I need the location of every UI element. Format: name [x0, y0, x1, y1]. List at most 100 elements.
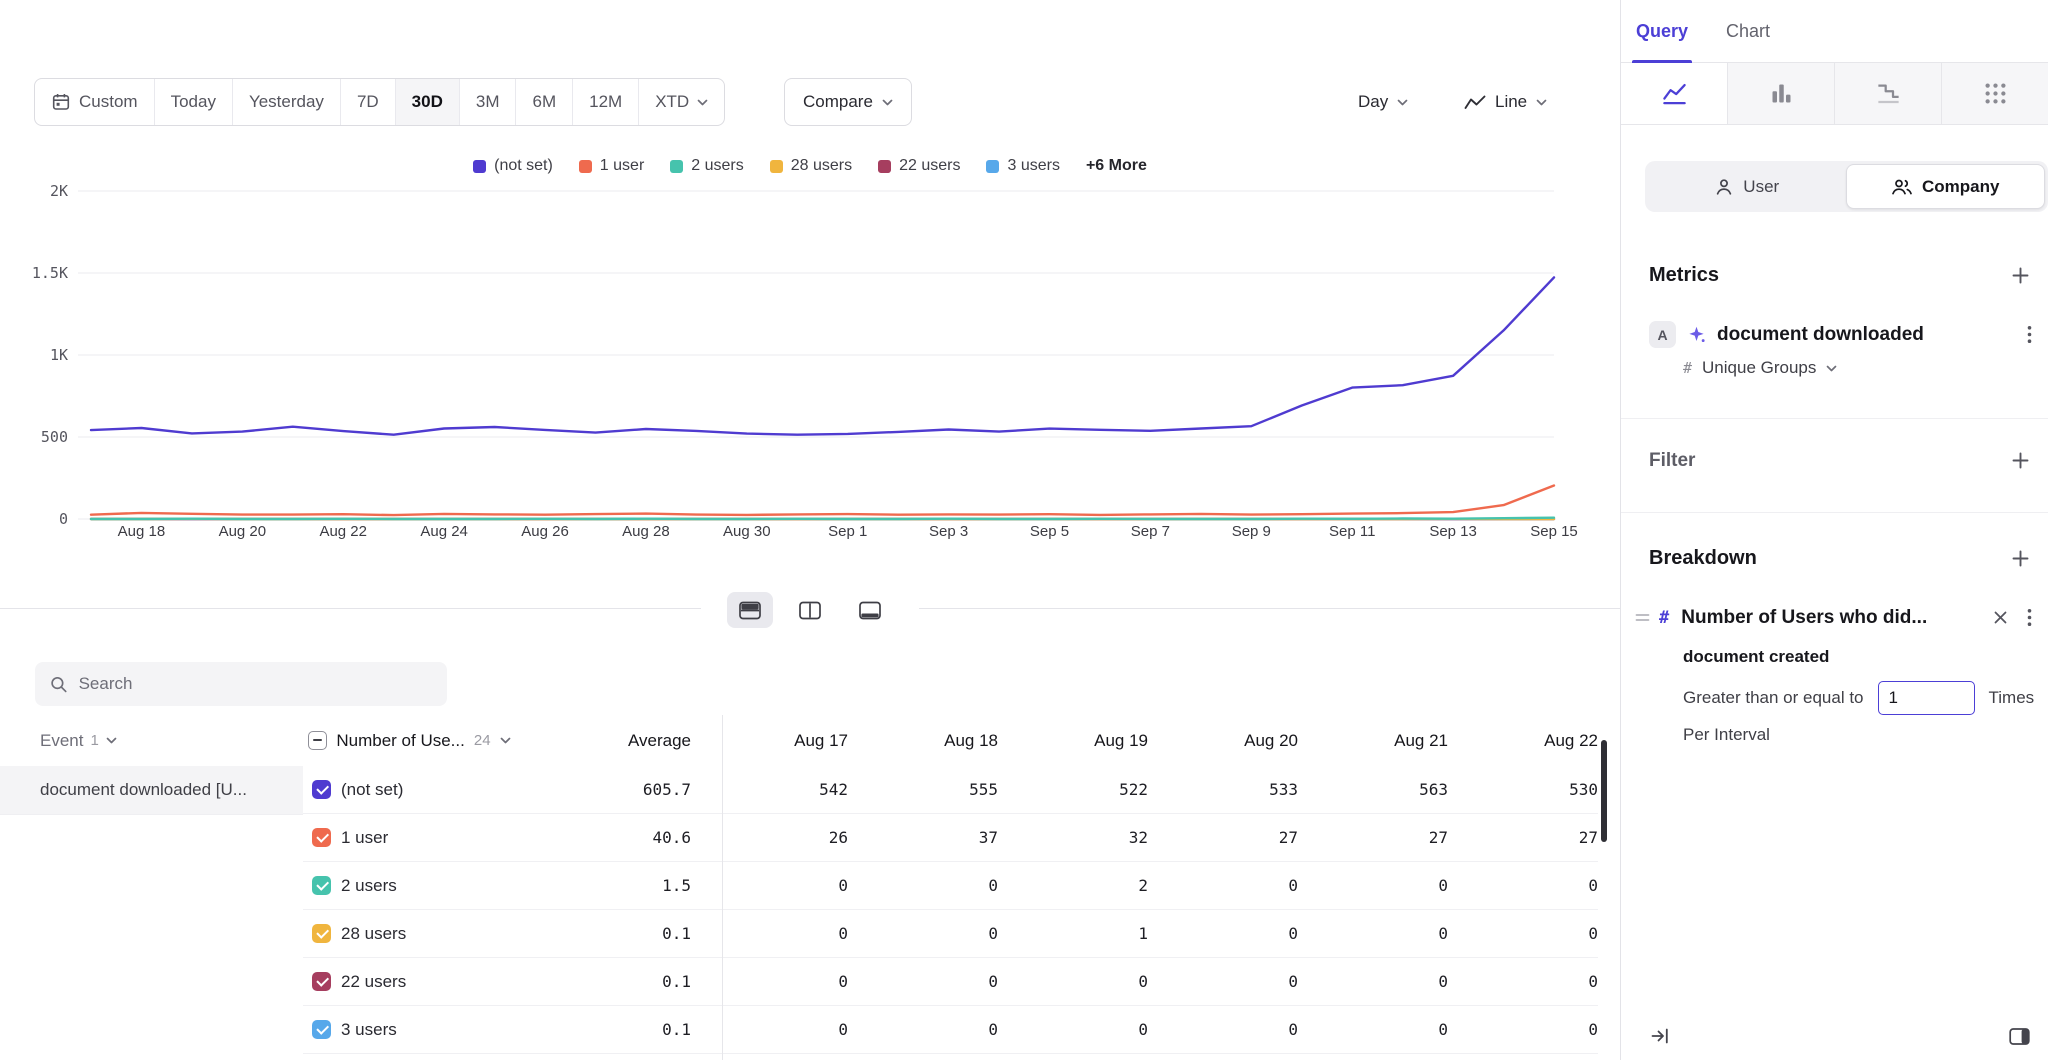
- range-option-today[interactable]: Today: [154, 79, 232, 125]
- date-column-header[interactable]: Aug 22: [1448, 731, 1598, 751]
- panel-right-icon: [2009, 1027, 2030, 1046]
- bar-chart-icon: [1768, 80, 1795, 107]
- split-vertical-toggle[interactable]: [787, 592, 833, 628]
- chart-series[interactable]: [91, 277, 1554, 434]
- metric-event-name[interactable]: document downloaded: [1717, 324, 2012, 346]
- chart-series[interactable]: [91, 518, 1554, 519]
- panel-divider: [1621, 418, 2048, 419]
- panel-divider: [1621, 512, 2048, 513]
- chart-kind-grid[interactable]: [1941, 63, 2048, 124]
- metrics-title: Metrics: [1649, 264, 1719, 287]
- line-chart[interactable]: 05001K1.5K2KAug 18Aug 20Aug 22Aug 24Aug …: [0, 140, 1620, 550]
- chart-type-button[interactable]: Line: [1452, 78, 1559, 126]
- series-checkbox[interactable]: [312, 780, 331, 799]
- average-value: 0.1: [554, 972, 691, 991]
- cell-value: 0: [1298, 1020, 1448, 1039]
- layout-panel-button[interactable]: [2009, 1027, 2030, 1046]
- date-column-header[interactable]: Aug 19: [998, 731, 1148, 751]
- breakdown-property[interactable]: Number of Users who did...: [1681, 607, 1990, 629]
- cell-value: 0: [698, 876, 848, 895]
- range-option-3m[interactable]: 3M: [459, 79, 516, 125]
- plus-icon: [2011, 549, 2030, 568]
- tab-chart[interactable]: Chart: [1724, 0, 1772, 62]
- chevron-down-icon: [1397, 99, 1408, 106]
- average-column-header[interactable]: Average: [553, 731, 691, 751]
- average-value: 40.6: [554, 828, 691, 847]
- compare-button[interactable]: Compare: [784, 78, 912, 126]
- table-row: 3 users0.1000000: [303, 1006, 1598, 1054]
- line-chart-icon: [1661, 80, 1688, 107]
- event-sparkle-icon: [1687, 325, 1706, 344]
- add-filter-button[interactable]: [2009, 449, 2032, 472]
- date-headers: Aug 17Aug 18Aug 19Aug 20Aug 21Aug 22: [698, 731, 1598, 751]
- event-count: 1: [90, 732, 98, 749]
- cell-value: 1: [998, 924, 1148, 943]
- search-icon: [50, 675, 68, 694]
- column-divider: [722, 715, 723, 1060]
- chart-kind-line[interactable]: [1621, 63, 1727, 124]
- series-checkbox[interactable]: [312, 972, 331, 991]
- range-option-30d[interactable]: 30D: [395, 79, 459, 125]
- filter-title: Filter: [1649, 450, 1695, 472]
- table-row: 2 users1.5002000: [303, 862, 1598, 910]
- range-option-custom[interactable]: Custom: [35, 79, 154, 125]
- cell-value: 0: [998, 972, 1148, 991]
- range-option-yesterday[interactable]: Yesterday: [232, 79, 340, 125]
- series-checkbox[interactable]: [312, 876, 331, 895]
- entity-user-label: User: [1743, 177, 1779, 197]
- search-input[interactable]: [79, 674, 432, 694]
- property-hash-icon: #: [1659, 608, 1669, 628]
- range-option-12m[interactable]: 12M: [572, 79, 638, 125]
- date-column-header[interactable]: Aug 18: [848, 731, 998, 751]
- metric-menu-button[interactable]: [2023, 321, 2036, 348]
- cell-value: 0: [848, 924, 998, 943]
- cell-value: 0: [848, 972, 998, 991]
- cell-value: 0: [1148, 924, 1298, 943]
- date-column-header[interactable]: Aug 17: [698, 731, 848, 751]
- series-label: 2 users: [341, 876, 397, 896]
- close-icon: [1994, 611, 2007, 624]
- add-metric-button[interactable]: [2009, 264, 2032, 287]
- drag-handle-icon[interactable]: [1635, 612, 1650, 623]
- cell-value: 555: [848, 780, 998, 799]
- chart-kind-bar[interactable]: [1727, 63, 1834, 124]
- date-column-header[interactable]: Aug 20: [1148, 731, 1298, 751]
- range-option-6m[interactable]: 6M: [515, 79, 572, 125]
- chart-series[interactable]: [91, 486, 1554, 516]
- cell-value: 0: [1148, 972, 1298, 991]
- series-checkbox[interactable]: [312, 924, 331, 943]
- event-list-item[interactable]: document downloaded [U...: [0, 766, 303, 815]
- add-breakdown-button[interactable]: [2009, 547, 2032, 570]
- breakdown-menu-button[interactable]: [2023, 604, 2036, 631]
- split-horizontal-toggle[interactable]: [727, 592, 773, 628]
- condition-value-input[interactable]: [1878, 681, 1975, 715]
- series-checkbox[interactable]: [312, 828, 331, 847]
- vertical-scrollbar[interactable]: [1601, 740, 1607, 842]
- table-row: (not set)605.7542555522533563530: [303, 766, 1598, 814]
- x-axis-tick: Aug 28: [622, 523, 670, 540]
- granularity-button[interactable]: Day: [1346, 78, 1420, 126]
- coll collapse-panel-button[interactable]: [1650, 1026, 1670, 1046]
- chart-kind-funnel[interactable]: [1834, 63, 1941, 124]
- tab-query[interactable]: Query: [1634, 0, 1690, 62]
- x-axis-tick: Sep 15: [1530, 523, 1578, 540]
- x-axis-tick: Aug 18: [118, 523, 166, 540]
- remove-breakdown-button[interactable]: [1990, 607, 2011, 628]
- range-option-7d[interactable]: 7D: [340, 79, 395, 125]
- cell-value: 26: [698, 828, 848, 847]
- range-option-xtd[interactable]: XTD: [638, 79, 724, 125]
- select-all-checkbox[interactable]: [308, 731, 327, 750]
- date-column-header[interactable]: Aug 21: [1298, 731, 1448, 751]
- series-header-label: Number of Use...: [336, 731, 465, 751]
- series-checkbox[interactable]: [312, 1020, 331, 1039]
- event-header-label: Event: [40, 731, 83, 751]
- bottom-panel-toggle[interactable]: [847, 592, 893, 628]
- series-column-header[interactable]: Number of Use... 24: [299, 731, 553, 751]
- entity-user[interactable]: User: [1648, 164, 1846, 209]
- chevron-down-icon: [1536, 99, 1547, 106]
- y-axis-tick: 2K: [50, 182, 68, 200]
- aggregation-selector[interactable]: Unique Groups: [1702, 358, 1816, 378]
- entity-company[interactable]: Company: [1846, 164, 2046, 209]
- plus-icon: [2011, 266, 2030, 285]
- event-column-header[interactable]: Event 1: [0, 731, 299, 751]
